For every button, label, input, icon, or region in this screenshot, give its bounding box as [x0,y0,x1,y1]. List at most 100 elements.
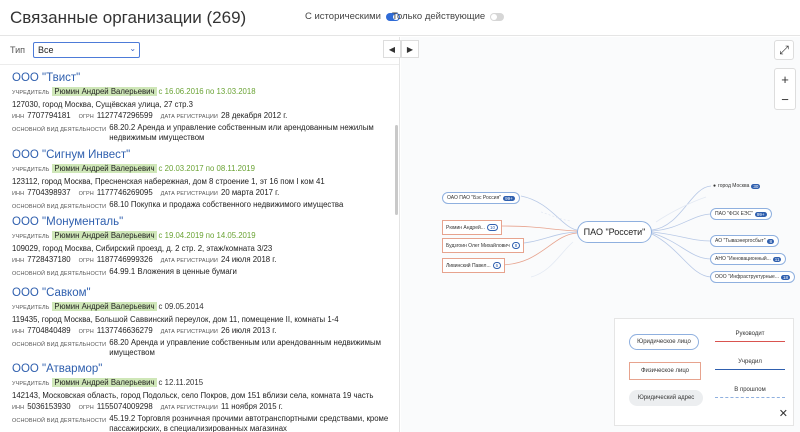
legend-founded: Учредил [715,359,785,370]
zoom-out-button[interactable]: − [775,89,795,109]
org-card: ООО "Монументаль" УЧРЕДИТЕЛЬ Рюмин Андрей… [12,216,392,279]
graph-node-address[interactable]: ● город Москва 30 [710,181,763,191]
type-select[interactable]: Все ⌄ [33,42,141,58]
node-count-badge: 8 [511,242,521,249]
graph-node-person[interactable]: Будзгоин Олег Михайлович 8 [442,238,525,253]
historical-toggle[interactable]: С историческими [305,11,400,22]
graph-node-legal[interactable]: ООО "Инфраструктурные... 18 [710,271,796,283]
founder-dates: с 16.06.2016 по 13.03.2018 [158,87,256,96]
reg-date-value: 28 декабря 2012 г. [220,111,288,120]
node-label: АНО "Инновационный... [715,256,771,262]
activity-label: ОСНОВНОЙ ВИД ДЕЯТЕЛЬНОСТИ [12,418,107,424]
reg-date-label: ДАТА РЕГИСТРАЦИИ [160,114,218,120]
node-label: Рюмин Андрей... [446,224,485,231]
ogrn-label: ОГРН [78,258,94,264]
zoom-in-button[interactable]: + [775,69,795,89]
panel-nav: ◀ ▶ [383,40,419,58]
node-count-badge: 8 [767,238,774,244]
graph-node-legal[interactable]: ОАО ПАО "Бэс Россия" 99+ [442,192,520,204]
ogrn-value: 1137746636279 [96,326,153,335]
org-address: 142143, Московская область, город Подоль… [12,391,374,400]
org-card: ООО "Сигнум Инвест" УЧРЕДИТЕЛЬ Рюмин Андр… [12,149,392,212]
org-name-link[interactable]: ООО "Монументаль" [12,216,392,228]
activity-label: ОСНОВНОЙ ВИД ДЕЯТЕЛЬНОСТИ [12,342,107,348]
founder-dates: с 12.11.2015 [158,378,204,387]
legend-physical-person: Физическое лицо [629,362,701,380]
founder-label: УЧРЕДИТЕЛЬ [12,381,50,387]
activity-label: ОСНОВНОЙ ВИД ДЕЯТЕЛЬНОСТИ [12,127,107,133]
founder-name[interactable]: Рюмин Андрей Валерьевич [52,302,157,311]
node-label: АО "Тываэнергосбыт" [715,238,766,244]
org-address: 119435, город Москва, Большой Саввинский… [12,315,339,324]
legend-past: В прошлом [715,387,785,398]
inn-label: ИНН [12,191,25,197]
founder-name[interactable]: Рюмин Андрей Валерьевич [52,231,157,240]
inn-value: 5036153930 [27,402,71,411]
type-select-value: Все [38,45,54,55]
node-count-badge: 11 [772,256,782,262]
active-only-toggle[interactable]: Только действующие [392,11,505,22]
org-address: 127030, город Москва, Сущёвская улица, 2… [12,100,193,109]
ogrn-label: ОГРН [78,191,94,197]
close-icon[interactable]: ✕ [779,407,788,420]
graph-node-person[interactable]: Ливинский Павел... 6 [442,258,506,273]
org-name-link[interactable]: ООО "Сигнум Инвест" [12,149,392,161]
legend-leads-label: Руководит [735,331,765,337]
founder-dates: с 09.05.2014 [158,302,204,311]
activity-value: 64.99.1 Вложения в ценные бумаги [109,267,237,276]
activity-value: 68.10 Покупка и продажа собственного нед… [109,200,344,209]
inn-value: 7704840489 [27,326,71,335]
org-address: 109029, город Москва, Сибирский проезд, … [12,244,273,253]
graph-node-legal[interactable]: АО "Тываэнергосбыт" 8 [710,235,779,247]
node-label: ОАО ПАО "Бэс Россия" [447,195,502,201]
inn-value: 7728437180 [27,255,71,264]
node-count-badge: 99+ [754,211,767,217]
org-name-link[interactable]: ООО "Атвармор" [12,363,392,375]
type-filter: Тип Все ⌄ [10,42,141,58]
fullscreen-icon[interactable]: ⤢ [774,40,794,60]
org-name-link[interactable]: ООО "Твист" [12,72,392,84]
founder-name[interactable]: Рюмин Андрей Валерьевич [52,378,157,387]
active-only-switch[interactable] [490,12,505,21]
ogrn-value: 1177746269095 [96,188,153,197]
reg-date-label: ДАТА РЕГИСТРАЦИИ [160,258,218,264]
founder-label: УЧРЕДИТЕЛЬ [12,90,50,96]
ogrn-value: 1127747296599 [96,111,153,120]
ogrn-value: 1155074009298 [96,402,153,411]
activity-value: 68.20.2 Аренда и управление собственным … [109,123,374,142]
founder-dates: с 20.03.2017 по 08.11.2019 [158,164,255,173]
location-pin-icon: ● [713,183,717,189]
reg-date-label: ДАТА РЕГИСТРАЦИИ [160,191,218,197]
scrollbar[interactable] [395,125,398,215]
node-label: ООО "Инфраструктурные... [715,274,779,280]
ogrn-label: ОГРН [78,114,94,120]
graph-node-person[interactable]: Рюмин Андрей... 10 [442,220,502,235]
ogrn-label: ОГРН [78,329,94,335]
node-label: Будзгоин Олег Михайлович [446,242,510,249]
legend-founded-label: Учредил [738,359,762,365]
ogrn-label: ОГРН [78,405,94,411]
zoom-controls: + − [774,68,796,110]
graph-node-legal[interactable]: АНО "Инновационный... 11 [710,253,787,265]
inn-label: ИНН [12,114,25,120]
graph-center-node[interactable]: ПАО "Россети" [577,221,652,243]
divider [0,64,399,65]
prev-arrow-icon[interactable]: ◀ [383,40,401,58]
founder-name[interactable]: Рюмин Андрей Валерьевич [52,87,157,96]
org-card: ООО "Савком" УЧРЕДИТЕЛЬ Рюмин Андрей Вале… [12,287,392,358]
inn-label: ИНН [12,329,25,335]
inn-value: 7707794181 [27,111,71,120]
graph-node-legal[interactable]: ПАО "ФСК ЕЭС" 99+ [710,208,772,220]
next-arrow-icon[interactable]: ▶ [401,40,419,58]
founder-name[interactable]: Рюмин Андрей Валерьевич [52,164,157,173]
org-list-panel: Тип Все ⌄ ООО "Твист" УЧРЕДИТЕЛЬ Рюмин Ан… [0,37,400,432]
founder-label: УЧРЕДИТЕЛЬ [12,167,50,173]
org-name-link[interactable]: ООО "Савком" [12,287,392,299]
founder-label: УЧРЕДИТЕЛЬ [12,234,50,240]
reg-date-label: ДАТА РЕГИСТРАЦИИ [160,329,218,335]
legend-legal-address: Юридический адрес [629,390,703,406]
reg-date-value: 20 марта 2017 г. [220,188,280,197]
activity-value: 45.19.2 Торговля розничная прочими автот… [109,414,389,432]
node-count-badge: 18 [781,274,791,280]
legend-legal-entity: Юридическое лицо [629,334,699,350]
